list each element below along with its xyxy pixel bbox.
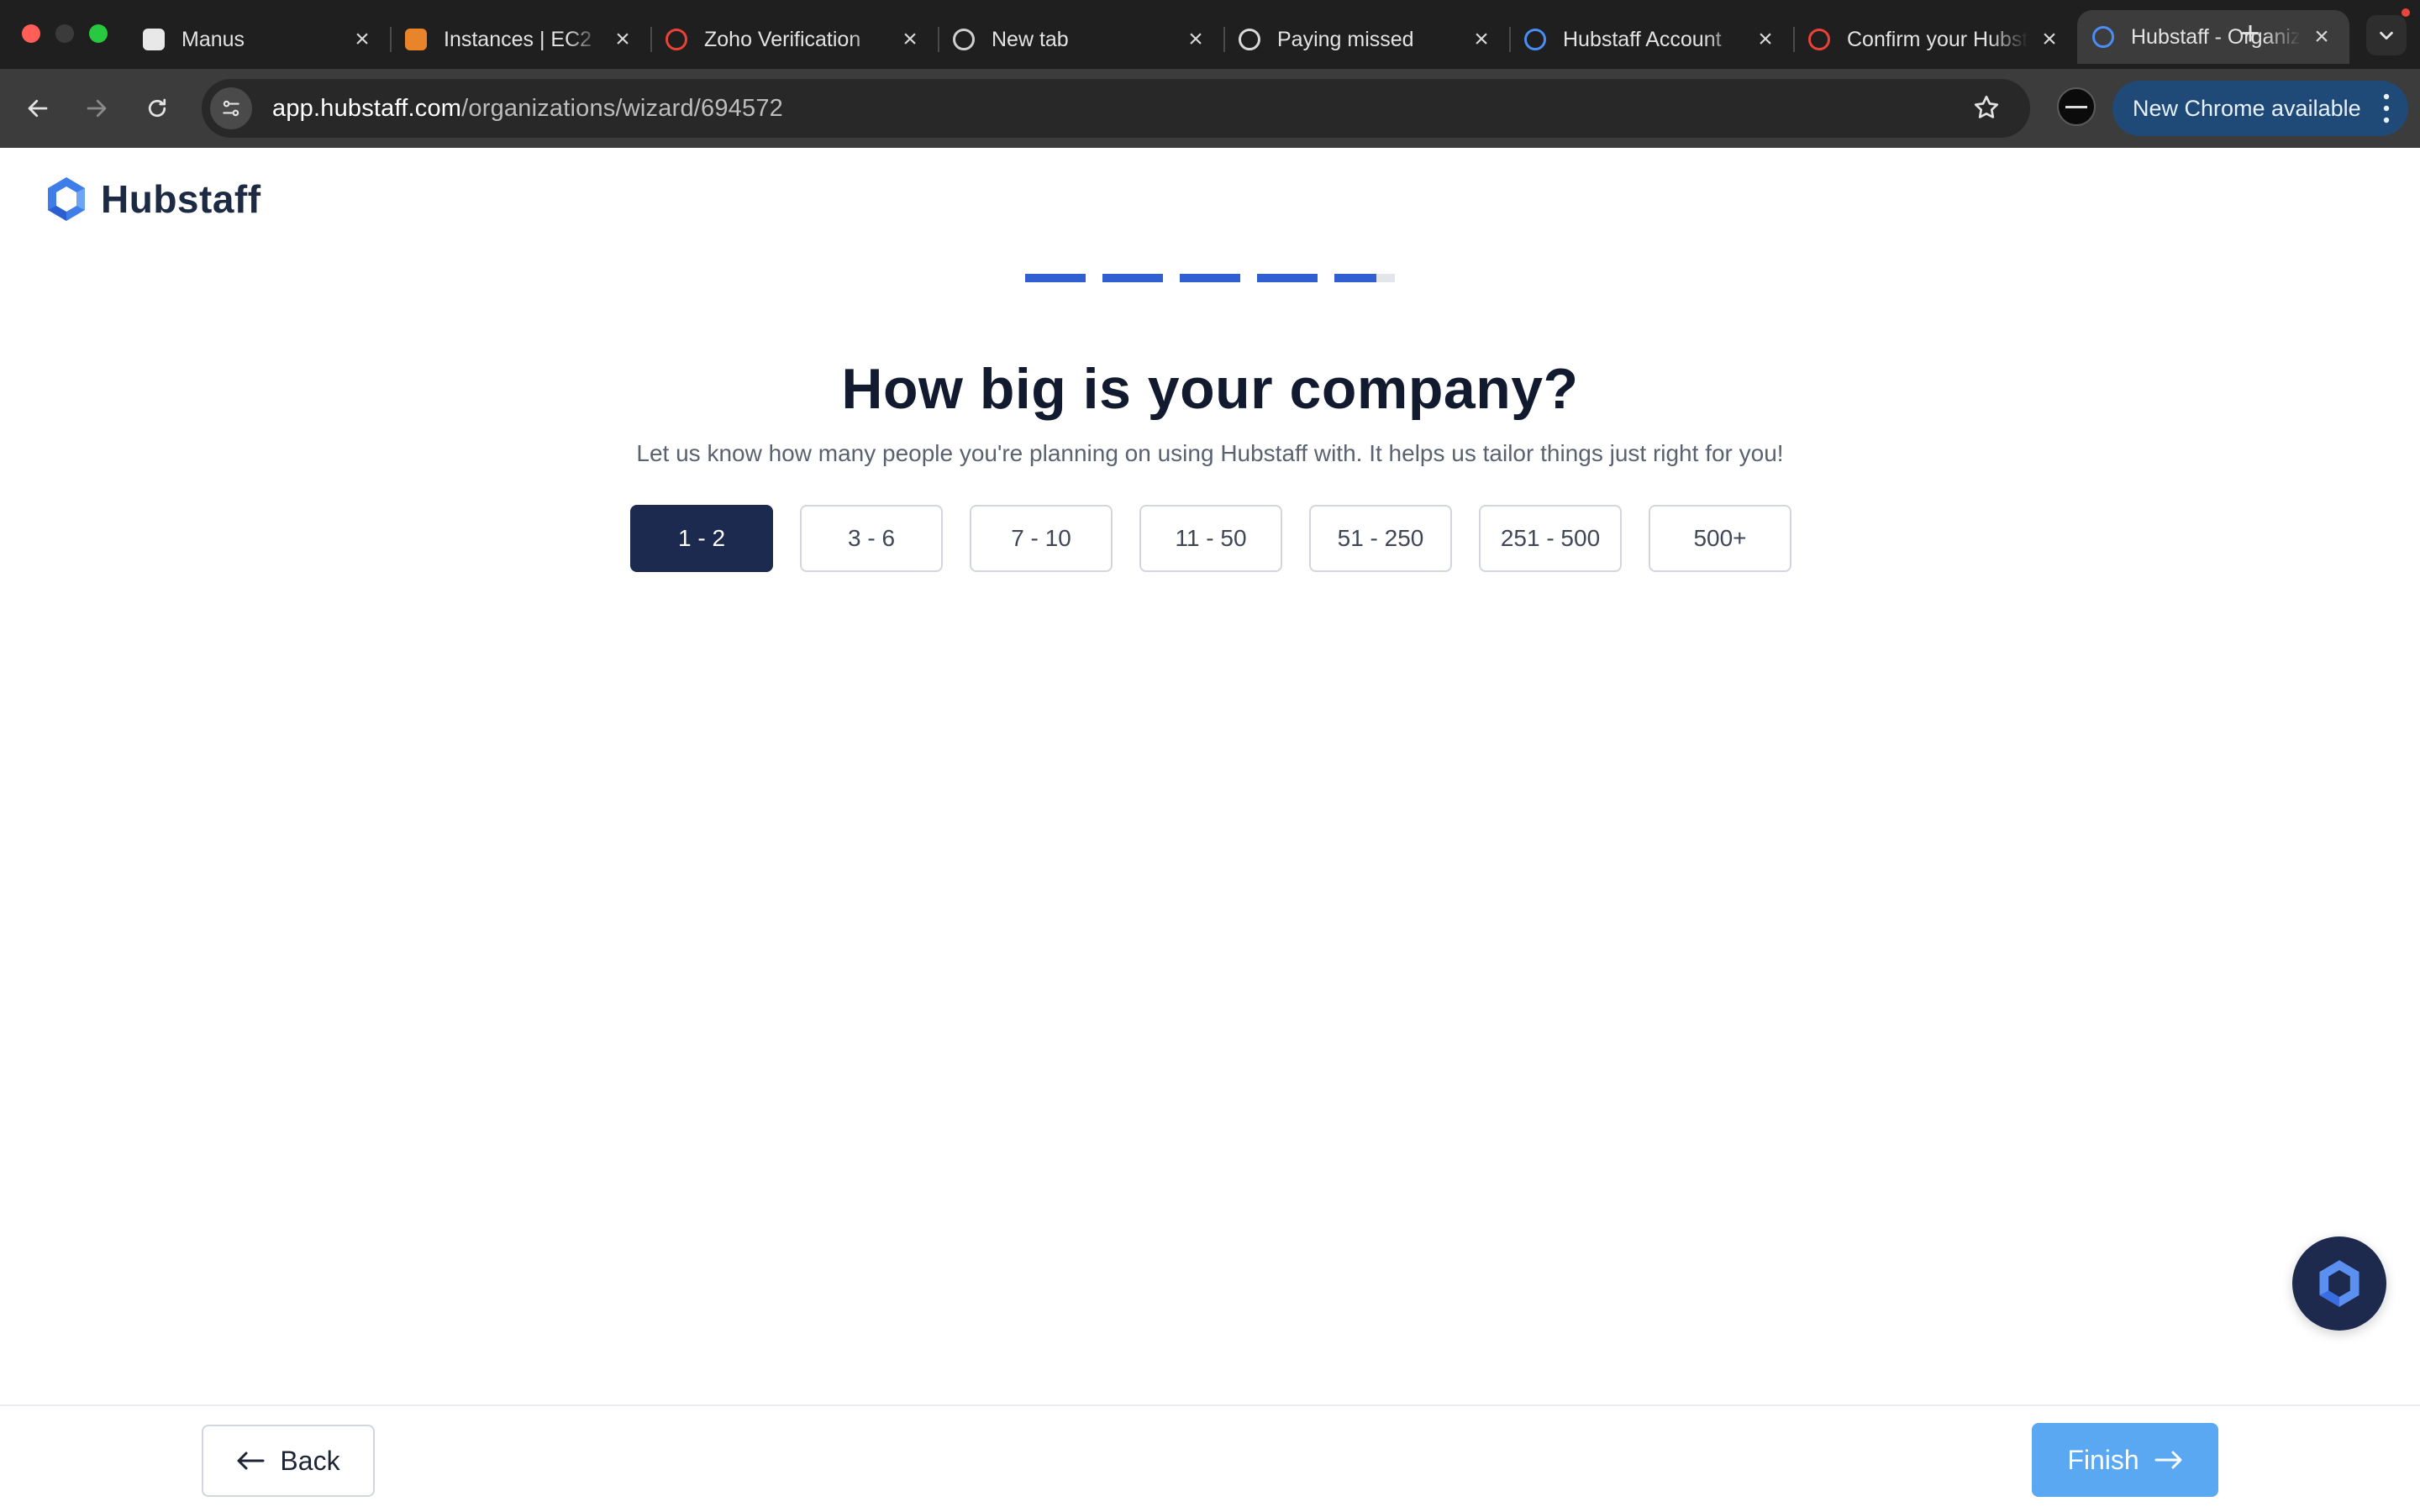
close-tab-icon[interactable]: ×	[350, 25, 375, 54]
site-info-button[interactable]	[210, 87, 252, 129]
arrow-left-icon	[28, 99, 48, 118]
hubstaff-chat-icon	[2319, 1260, 2360, 1307]
forward-nav-button[interactable]	[76, 87, 118, 129]
company-size-option[interactable]: 500+	[1649, 505, 1791, 572]
gmail-icon	[1808, 29, 1830, 50]
browser-tab-title: Manus	[182, 27, 245, 51]
browser-tab-title: Instances | EC2	[444, 27, 592, 51]
url-text: app.hubstaff.com/organizations/wizard/69…	[272, 95, 783, 123]
hubstaff-logo[interactable]: Hubstaff	[42, 175, 261, 223]
gmail-icon	[666, 29, 687, 50]
profile-avatar[interactable]	[2057, 87, 2096, 126]
chrome-update-label: New Chrome available	[2133, 95, 2361, 121]
back-nav-button[interactable]	[17, 87, 59, 129]
progress-step	[1257, 274, 1318, 282]
page-content: Hubstaff How big is your company? Let us…	[0, 148, 2420, 1512]
more-vert-icon	[2383, 93, 2390, 123]
progress-step	[1334, 274, 1395, 282]
chrome-icon	[953, 29, 975, 50]
company-size-option[interactable]: 11 - 50	[1139, 505, 1282, 572]
browser-tab[interactable]: Zoho Verification ×	[650, 15, 938, 64]
arrow-right-icon	[87, 99, 107, 118]
close-tab-icon[interactable]: ×	[1753, 25, 1778, 54]
window-minimize-button[interactable]	[55, 24, 74, 43]
company-size-option[interactable]: 251 - 500	[1479, 505, 1622, 572]
browser-tab[interactable]: New tab ×	[938, 15, 1223, 64]
browser-tab[interactable]: Paying missed ×	[1223, 15, 1509, 64]
browser-tab-title: Zoho Verification	[704, 27, 861, 51]
browser-tab[interactable]: Instances | EC2 ×	[390, 15, 650, 64]
hubstaff-icon	[2092, 26, 2114, 48]
progress-step	[1025, 274, 1086, 282]
back-button-label: Back	[280, 1445, 340, 1476]
close-tab-icon[interactable]: ×	[2037, 25, 2062, 54]
url-path: /organizations/wizard/694572	[461, 94, 783, 122]
window-maximize-button[interactable]	[89, 24, 108, 43]
url-host: app.hubstaff.com	[272, 94, 462, 122]
aws-ec2-icon	[405, 29, 427, 50]
finish-button[interactable]: Finish	[2032, 1423, 2218, 1497]
browser-tab-title: Confirm your Hubstaff	[1847, 27, 2028, 51]
chrome-update-button[interactable]: New Chrome available	[2112, 81, 2408, 136]
company-size-option[interactable]: 1 - 2	[630, 505, 773, 572]
browser-tab[interactable]: Hubstaff - Organization ×	[2077, 10, 2349, 64]
close-tab-icon[interactable]: ×	[1469, 25, 1494, 54]
arrow-left-icon	[237, 1452, 265, 1470]
company-size-option[interactable]: 51 - 250	[1309, 505, 1452, 572]
close-tab-icon[interactable]: ×	[897, 25, 923, 54]
browser-tab-title: Paying missed	[1277, 27, 1414, 51]
wizard-progress	[1025, 274, 1395, 282]
company-size-option[interactable]: 3 - 6	[800, 505, 943, 572]
chevron-down-icon	[2380, 31, 2393, 40]
window-controls	[22, 24, 108, 43]
openai-icon	[1239, 29, 1260, 50]
window-close-button[interactable]	[22, 24, 40, 43]
page-subtitle: Let us know how many people you're plann…	[636, 440, 1784, 466]
manus-icon	[143, 29, 165, 50]
brand-name: Hubstaff	[101, 177, 261, 221]
browser-toolbar: app.hubstaff.com/organizations/wizard/69…	[0, 69, 2420, 148]
star-icon	[1974, 95, 1999, 118]
wizard-footer: Back Finish	[0, 1404, 2420, 1512]
close-tab-icon[interactable]: ×	[610, 25, 635, 54]
reload-icon	[148, 98, 166, 118]
company-size-options: 1 - 2 3 - 6 7 - 10 11 - 50 51 - 250 251 - 500…	[630, 505, 1791, 572]
arrow-right-icon	[2154, 1451, 2182, 1469]
browser-tab[interactable]: Manus ×	[128, 15, 390, 64]
bookmark-star-button[interactable]	[1971, 92, 2005, 126]
browser-tab-strip: Manus × Instances | EC2 × Zoho Verification ×…	[0, 0, 2420, 69]
tune-icon	[223, 100, 239, 117]
browser-tab[interactable]: Confirm your Hubstaff ×	[1793, 15, 2077, 64]
browser-tab-title: Hubstaff Account	[1563, 27, 1722, 51]
company-size-option[interactable]: 7 - 10	[970, 505, 1113, 572]
hubstaff-icon	[1524, 29, 1546, 50]
close-tab-icon[interactable]: ×	[2309, 23, 2334, 51]
browser-tab-title: New tab	[992, 27, 1069, 51]
new-tab-button[interactable]: +	[2232, 15, 2269, 53]
reload-button[interactable]	[136, 87, 178, 129]
browser-tab-title: Hubstaff - Organization	[2131, 24, 2301, 49]
notification-dot	[2402, 8, 2410, 17]
close-tab-icon[interactable]: ×	[1183, 25, 1208, 54]
hubstaff-logo-icon	[48, 177, 85, 221]
back-button[interactable]: Back	[202, 1425, 375, 1497]
finish-button-label: Finish	[2067, 1444, 2139, 1475]
page-title: How big is your company?	[841, 357, 1579, 421]
chat-support-button[interactable]	[2292, 1236, 2386, 1331]
progress-step	[1102, 274, 1163, 282]
browser-tab[interactable]: Hubstaff Account ×	[1509, 15, 1793, 64]
address-bar[interactable]: app.hubstaff.com/organizations/wizard/69…	[202, 79, 2030, 138]
tab-list: Manus × Instances | EC2 × Zoho Verification ×…	[128, 10, 2349, 69]
tab-search-button[interactable]	[2366, 15, 2407, 55]
progress-step	[1180, 274, 1240, 282]
